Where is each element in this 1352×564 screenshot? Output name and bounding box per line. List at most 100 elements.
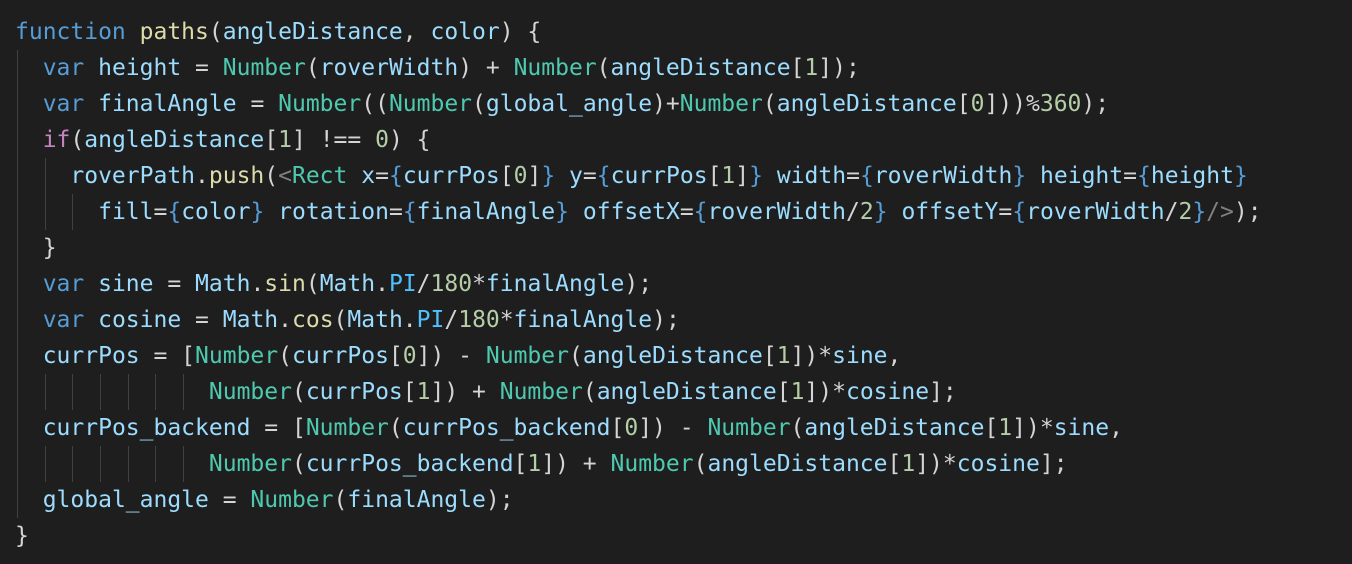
code-token: ) + xyxy=(458,55,514,81)
code-line[interactable]: roverPath.push(<Rect x={currPos[0]} y={c… xyxy=(15,158,1262,194)
code-token: 0 xyxy=(513,163,528,189)
code-token: )+ xyxy=(652,91,680,117)
code-token: currPos xyxy=(291,343,389,369)
code-token: ( xyxy=(333,487,348,513)
code-line[interactable]: var cosine = Math.cos(Math.PI/180*finalA… xyxy=(15,302,1262,338)
code-token: Number xyxy=(250,487,334,513)
code-token: angleDistance xyxy=(222,19,403,45)
code-line[interactable]: function paths(angleDistance, color) { xyxy=(15,14,1262,50)
code-token: finalAngle xyxy=(347,487,486,513)
code-token: height xyxy=(98,55,182,81)
code-token: height xyxy=(1040,163,1124,189)
code-line[interactable]: } xyxy=(15,518,1262,554)
code-line[interactable]: if(angleDistance[1] !== 0) { xyxy=(15,122,1262,158)
code-token: ( xyxy=(264,163,279,189)
code-token: angleDistance xyxy=(804,415,985,441)
code-token: ); xyxy=(624,271,653,297)
code-line[interactable]: fill={color} rotation={finalAngle} offse… xyxy=(15,194,1262,230)
code-token: [ xyxy=(388,343,403,369)
code-token: ])* xyxy=(1012,415,1054,441)
code-token: angleDistance xyxy=(707,451,888,477)
code-token: 1 xyxy=(776,343,791,369)
code-line[interactable]: Number(currPos_backend[1]) + Number(angl… xyxy=(15,446,1262,482)
indent-guide xyxy=(72,374,74,410)
code-token: Math xyxy=(222,307,279,333)
code-token: function xyxy=(15,19,126,45)
code-token: = [ xyxy=(250,415,306,441)
code-line[interactable]: global_angle = Number(finalAngle); xyxy=(15,482,1262,518)
code-token: ]) + xyxy=(430,379,500,405)
code-token: finalAngle xyxy=(485,271,625,297)
indent-guide xyxy=(127,446,129,482)
code-token: 360 xyxy=(1039,91,1082,117)
code-area[interactable]: function paths(angleDistance, color) { v… xyxy=(15,14,1262,554)
code-token: [ xyxy=(776,379,791,405)
code-token: } xyxy=(15,523,29,549)
code-token: ( xyxy=(568,343,583,369)
indent-guide xyxy=(44,446,46,482)
code-token: x xyxy=(361,163,376,189)
code-token: sine xyxy=(1053,415,1110,441)
code-token: 1 xyxy=(416,379,431,405)
code-token: ); xyxy=(1081,91,1110,117)
code-token: currPos_backend xyxy=(402,415,611,441)
indent-guide xyxy=(127,374,129,410)
code-token: < xyxy=(278,163,292,189)
indent-guide xyxy=(44,158,46,194)
code-line[interactable]: Number(currPos[1]) + Number(angleDistanc… xyxy=(15,374,1262,410)
code-token: = xyxy=(153,271,196,297)
code-token: , xyxy=(887,343,902,369)
code-token: { xyxy=(388,163,403,189)
code-token: y xyxy=(569,163,583,189)
code-token: PI xyxy=(416,307,445,333)
code-line[interactable]: } xyxy=(15,230,1262,266)
code-token: offsetY xyxy=(901,199,999,225)
indent-guide xyxy=(17,122,18,158)
code-token: Number xyxy=(195,343,279,369)
code-line[interactable]: currPos_backend = [Number(currPos_backen… xyxy=(15,410,1262,446)
code-token: = xyxy=(846,163,860,189)
code-line[interactable]: currPos = [Number(currPos[0]) - Number(a… xyxy=(15,338,1262,374)
indent-guide xyxy=(17,86,18,122)
code-token: Number xyxy=(305,415,389,441)
code-token: { xyxy=(693,199,708,225)
indent-guide xyxy=(17,194,18,230)
code-token: 2 xyxy=(859,199,874,225)
code-token: Number xyxy=(707,415,791,441)
code-token: . xyxy=(402,307,417,333)
code-token: ])* xyxy=(915,451,957,477)
code-token: sine xyxy=(98,271,154,297)
code-token: { xyxy=(859,163,874,189)
code-editor[interactable]: function paths(angleDistance, color) { v… xyxy=(0,0,1352,564)
code-token: global_angle xyxy=(42,487,209,513)
code-token: Math xyxy=(347,307,403,333)
code-token: = xyxy=(375,163,389,189)
code-line[interactable]: var finalAngle = Number((Number(global_a… xyxy=(15,86,1262,122)
code-token: ( xyxy=(208,19,223,45)
code-token: cosine xyxy=(845,379,930,405)
code-token: { xyxy=(596,163,611,189)
code-token: currPos xyxy=(402,163,500,189)
code-token: ( xyxy=(305,55,320,81)
code-line[interactable]: var height = Number(roverWidth) + Number… xyxy=(15,50,1262,86)
code-token: ) { xyxy=(388,127,431,153)
code-token: ( xyxy=(291,379,306,405)
code-token: ]); xyxy=(818,55,860,81)
indent-guide xyxy=(72,446,74,482)
code-token: = xyxy=(181,307,223,333)
code-token: Number xyxy=(208,379,292,405)
indent-guide xyxy=(17,482,18,518)
code-line[interactable]: var sine = Math.sin(Math.PI/180*finalAng… xyxy=(15,266,1262,302)
indent-guide xyxy=(17,446,18,482)
indent-guide xyxy=(17,410,18,446)
indent-guide xyxy=(100,374,102,410)
code-token: ] xyxy=(527,163,542,189)
